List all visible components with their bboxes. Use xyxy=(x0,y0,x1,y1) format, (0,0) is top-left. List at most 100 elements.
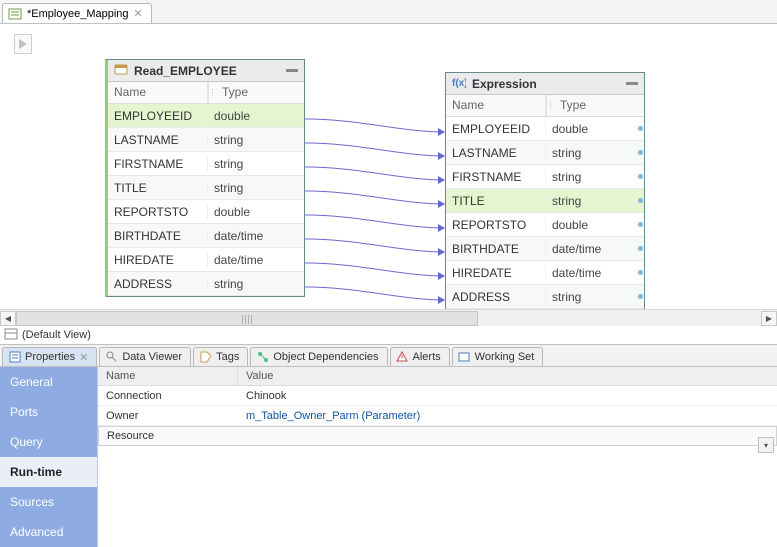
tab-properties[interactable]: Properties ✕ xyxy=(2,347,97,366)
port-dot-icon xyxy=(638,222,643,227)
node-read-employee[interactable]: Read_EMPLOYEE Name ⋮ Type EMPLOYEEIDdoub… xyxy=(105,59,305,297)
port-row[interactable]: EMPLOYEEIDdouble xyxy=(446,117,644,141)
port-type: string xyxy=(208,133,304,147)
property-value[interactable]: Chinook xyxy=(238,390,777,402)
port-name: ADDRESS xyxy=(108,277,208,291)
tab-label: Working Set xyxy=(475,351,535,363)
scrollbar-track[interactable] xyxy=(16,311,761,326)
editor-tabbar: *Employee_Mapping ✕ xyxy=(0,0,777,24)
run-button[interactable] xyxy=(14,34,32,54)
port-type: string xyxy=(208,181,304,195)
col-name-header: Name xyxy=(108,82,208,103)
editor-tab-employee-mapping[interactable]: *Employee_Mapping ✕ xyxy=(2,3,152,23)
port-row[interactable]: HIREDATEdate/time xyxy=(108,248,304,272)
port-type: string xyxy=(208,277,304,291)
port-row[interactable]: LASTNAMEstring xyxy=(108,128,304,152)
output-port[interactable] xyxy=(636,174,644,179)
sidebar-item-general[interactable]: General xyxy=(0,367,97,397)
node-expression[interactable]: f(x) Expression Name ⋮ Type EMPLOYEEIDdo… xyxy=(445,72,645,309)
port-dot-icon xyxy=(638,126,643,131)
default-view-label[interactable]: (Default View) xyxy=(22,329,91,341)
expression-icon: f(x) xyxy=(452,75,466,92)
minimize-icon[interactable] xyxy=(626,82,638,85)
property-row[interactable]: ConnectionChinook xyxy=(98,386,777,406)
port-row[interactable]: ADDRESSstring xyxy=(108,272,304,296)
editor-tab-title: *Employee_Mapping xyxy=(27,8,129,20)
port-row[interactable]: BIRTHDATEdate/time xyxy=(108,224,304,248)
port-row[interactable]: ADDRESSstring xyxy=(446,285,644,309)
sidebar-item-advanced[interactable]: Advanced xyxy=(0,517,97,547)
port-type: double xyxy=(208,205,304,219)
property-name: Connection xyxy=(98,390,238,402)
sidebar-item-run-time[interactable]: Run-time xyxy=(0,457,97,487)
node-titlebar[interactable]: f(x) Expression xyxy=(446,73,644,95)
bottom-tabbar: Properties ✕ Data Viewer Tags Object Dep… xyxy=(0,345,777,367)
data-viewer-icon xyxy=(105,351,118,364)
port-dot-icon xyxy=(638,174,643,179)
view-icon[interactable] xyxy=(4,327,18,344)
tab-label: Properties xyxy=(25,351,75,363)
alerts-icon xyxy=(396,351,409,364)
port-row[interactable]: HIREDATEdate/time xyxy=(446,261,644,285)
tab-label: Tags xyxy=(216,351,239,363)
port-type: string xyxy=(546,170,636,184)
port-row[interactable]: BIRTHDATEdate/time xyxy=(446,237,644,261)
port-row[interactable]: TITLEstring xyxy=(446,189,644,213)
port-type: string xyxy=(546,194,636,208)
port-name: REPORTSTO xyxy=(108,205,208,219)
minimize-icon[interactable] xyxy=(286,69,298,72)
horizontal-scrollbar[interactable]: ◀ ▶ xyxy=(0,309,777,326)
port-row[interactable]: FIRSTNAMEstring xyxy=(108,152,304,176)
property-row[interactable]: Resource▾ xyxy=(98,426,777,446)
port-name: TITLE xyxy=(108,181,208,195)
tab-label: Object Dependencies xyxy=(273,351,378,363)
port-dot-icon xyxy=(638,198,643,203)
node-titlebar[interactable]: Read_EMPLOYEE xyxy=(108,60,304,82)
dropdown-icon[interactable]: ▾ xyxy=(758,437,774,453)
port-type: date/time xyxy=(208,253,304,267)
scroll-right-icon[interactable]: ▶ xyxy=(761,311,777,326)
port-row[interactable]: TITLEstring xyxy=(108,176,304,200)
tab-alerts[interactable]: Alerts xyxy=(390,347,450,366)
port-type: date/time xyxy=(208,229,304,243)
tab-tags[interactable]: Tags xyxy=(193,347,248,366)
output-port[interactable] xyxy=(636,198,644,203)
output-port[interactable] xyxy=(636,270,644,275)
output-port[interactable] xyxy=(636,222,644,227)
source-icon xyxy=(114,62,128,79)
close-icon[interactable]: ✕ xyxy=(79,351,88,364)
port-row[interactable]: FIRSTNAMEstring xyxy=(446,165,644,189)
prop-value-header: Value xyxy=(238,367,777,385)
port-row[interactable]: REPORTSTOdouble xyxy=(446,213,644,237)
port-type: string xyxy=(546,290,636,304)
tab-data-viewer[interactable]: Data Viewer xyxy=(99,347,191,366)
sidebar-item-query[interactable]: Query xyxy=(0,427,97,457)
port-dot-icon xyxy=(638,270,643,275)
output-port[interactable] xyxy=(636,294,644,299)
working-set-icon xyxy=(458,351,471,364)
property-name: Resource xyxy=(99,430,239,442)
port-name: HIREDATE xyxy=(108,253,208,267)
output-port[interactable] xyxy=(636,150,644,155)
close-icon[interactable]: ✕ xyxy=(134,7,143,20)
output-port[interactable] xyxy=(636,246,644,251)
tags-icon xyxy=(199,351,212,364)
property-row[interactable]: Ownerm_Table_Owner_Parm (Parameter) xyxy=(98,406,777,426)
sidebar-item-sources[interactable]: Sources xyxy=(0,487,97,517)
output-port[interactable] xyxy=(636,126,644,131)
port-row[interactable]: REPORTSTOdouble xyxy=(108,200,304,224)
prop-name-header: Name xyxy=(98,367,238,385)
header-handle-icon[interactable]: ⋮ xyxy=(546,95,554,116)
port-name: HIREDATE xyxy=(446,266,546,280)
port-row[interactable]: LASTNAMEstring xyxy=(446,141,644,165)
scroll-left-icon[interactable]: ◀ xyxy=(0,311,16,326)
mapping-canvas[interactable]: Read_EMPLOYEE Name ⋮ Type EMPLOYEEIDdoub… xyxy=(0,24,777,309)
property-value[interactable]: m_Table_Owner_Parm (Parameter) xyxy=(238,410,777,422)
header-handle-icon[interactable]: ⋮ xyxy=(208,82,216,103)
port-row[interactable]: EMPLOYEEIDdouble xyxy=(108,104,304,128)
tab-object-dependencies[interactable]: Object Dependencies xyxy=(250,347,387,366)
port-type: date/time xyxy=(546,242,636,256)
scrollbar-thumb[interactable] xyxy=(16,311,478,326)
sidebar-item-ports[interactable]: Ports xyxy=(0,397,97,427)
tab-working-set[interactable]: Working Set xyxy=(452,347,544,366)
